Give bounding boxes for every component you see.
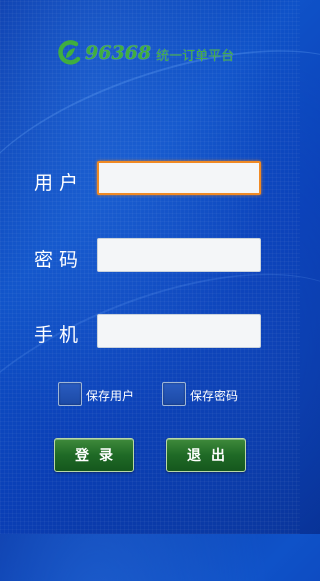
login-button[interactable]: 登录 (54, 438, 134, 472)
app-logo: 96368 统一订单平台 (56, 38, 234, 68)
phone-input[interactable] (97, 314, 261, 348)
phone-label: 手机 (34, 324, 85, 346)
save-user-label[interactable]: 保存用户 (86, 387, 134, 404)
background-streak (0, 221, 320, 581)
save-password-checkbox[interactable] (162, 382, 186, 406)
save-user-checkbox[interactable] (58, 382, 82, 406)
username-label: 用户 (34, 172, 85, 194)
leaf-logo-icon (56, 39, 84, 67)
logo-number: 96368 (85, 42, 152, 64)
password-label: 密码 (34, 249, 85, 271)
save-password-label[interactable]: 保存密码 (190, 387, 238, 404)
username-input[interactable] (97, 161, 261, 195)
exit-button[interactable]: 退出 (166, 438, 246, 472)
password-input[interactable] (97, 238, 261, 272)
logo-title: 统一订单平台 (156, 49, 235, 64)
